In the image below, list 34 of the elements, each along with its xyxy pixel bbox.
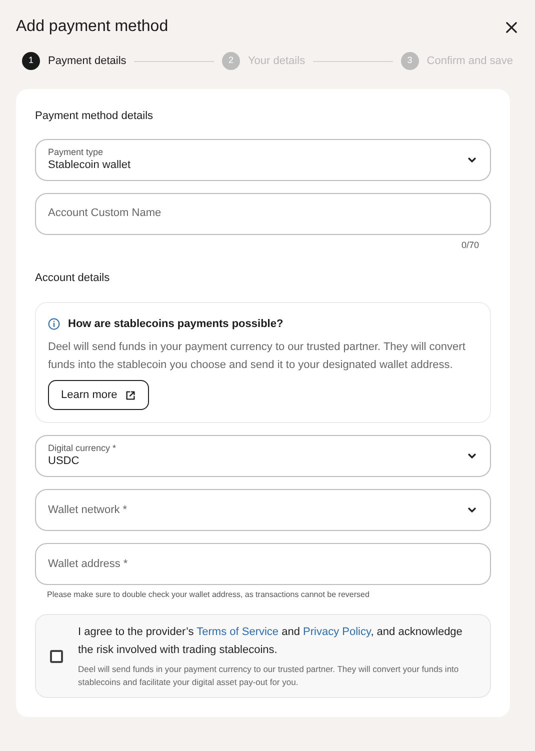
checkbox[interactable]: [50, 650, 63, 662]
step-label: Your details: [248, 54, 306, 69]
field-placeholder: Account Custom Name: [48, 206, 162, 222]
field-value: USDC: [48, 454, 80, 469]
field-placeholder: Wallet network *: [48, 502, 128, 518]
field-placeholder: Wallet address *: [48, 556, 129, 572]
character-counter: 0/70: [461, 238, 479, 252]
step-label: Confirm and save: [426, 54, 514, 69]
select-field[interactable]: Payment type Stablecoin wallet: [35, 138, 491, 180]
step-number: 2: [222, 52, 240, 70]
policy-link[interactable]: Terms of Service: [196, 626, 279, 638]
info-title: How are stablecoins payments possible?: [68, 316, 284, 332]
select-field[interactable]: Wallet network *: [35, 489, 491, 531]
policy-link[interactable]: Privacy Policy: [303, 626, 371, 638]
close-icon[interactable]: [506, 22, 517, 32]
step-label: Payment details: [48, 54, 126, 69]
input-field[interactable]: Wallet address *: [35, 543, 491, 585]
field-value: Stablecoin wallet: [48, 158, 132, 172]
field-hint: Please make sure to double check your wallet address, as transactions cannot be reversed: [47, 589, 370, 601]
field-label: Payment type: [48, 146, 104, 158]
info-text: Deel will send funds in your payment currency to our trusted partner. They will convert funds into the stablecoin you choose and send it to your designated wallet address.: [48, 340, 466, 373]
step-number: 1: [22, 52, 40, 70]
section-heading: Account details: [35, 271, 111, 286]
dialog-title: Add payment method: [16, 17, 168, 37]
field-label: Digital currency *: [48, 443, 118, 454]
info-icon: [48, 318, 60, 330]
consent-note: Deel will send funds in your payment currency to our trusted partner. They will convert your funds into stablecoins and facilitate your digital asset pay-out for you.: [78, 663, 460, 689]
learn-more-button[interactable]: Learn more: [48, 380, 150, 410]
section-heading: Payment method details: [35, 109, 154, 124]
external-link-icon: [125, 390, 136, 400]
input-field[interactable]: Account Custom Name: [35, 192, 491, 234]
step-number: 3: [400, 52, 419, 70]
consent-text: I agree to the provider’s Terms of Service and Privacy Policy, and acknowledge the risk involved with trading stablecoins.: [78, 625, 464, 658]
select-field[interactable]: Digital currency * USDC: [35, 435, 491, 477]
